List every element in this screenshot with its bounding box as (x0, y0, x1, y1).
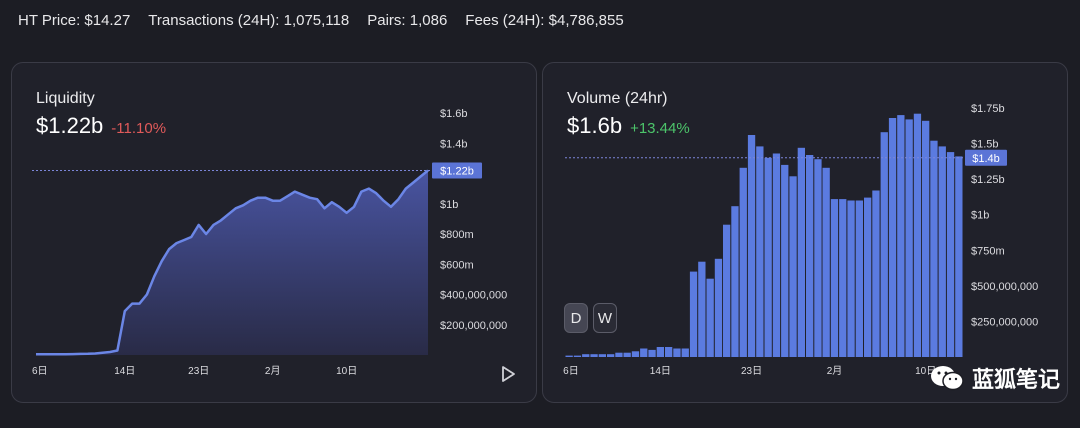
volume-bar (822, 167, 830, 357)
x-tick-label: 14日 (114, 366, 135, 377)
y-tick-label: $1.75b (971, 103, 1005, 115)
transactions-stat: Transactions (24H): 1,075,118 (148, 12, 350, 29)
volume-bar (648, 349, 656, 357)
volume-bar (888, 118, 897, 357)
volume-bar (706, 278, 714, 357)
volume-bar (739, 167, 747, 357)
volume-bar (764, 157, 772, 357)
liquidity-value: $1.22b (36, 113, 104, 138)
y-tick-label: $750m (971, 245, 1005, 257)
x-tick-label: 2月 (827, 365, 843, 377)
volume-bar (731, 206, 739, 357)
watermark-text: 蓝狐笔记 (971, 367, 1060, 392)
volume-bar (781, 164, 789, 357)
volume-bar (897, 115, 905, 357)
volume-bar (814, 159, 822, 357)
y-tick-label: $250,000,000 (971, 316, 1038, 328)
y-tick-label: $800m (440, 229, 474, 241)
volume-bar (640, 348, 648, 357)
volume-bar (864, 197, 872, 357)
y-tick-label: $1b (440, 199, 458, 211)
volume-bar (598, 354, 606, 357)
volume-change: +13.44% (630, 120, 690, 137)
liquidity-area (36, 170, 428, 355)
volume-bar (590, 354, 598, 357)
volume-bar (839, 199, 847, 357)
y-tick-label: $1.6b (440, 108, 468, 120)
volume-bar (806, 155, 814, 357)
liquidity-title: Liquidity (36, 90, 95, 107)
volume-card: $1.4b $250,000,000 $500,000,000 $750m $1b $1.… (542, 62, 1068, 403)
volume-bar (623, 352, 631, 357)
volume-bar (905, 119, 913, 358)
y-tick-label: $400,000,000 (440, 290, 507, 302)
volume-bar (922, 120, 930, 357)
x-tick-label: 10日 (336, 366, 357, 377)
volume-bar (689, 271, 698, 357)
y-tick-label: $1b (971, 210, 989, 222)
volume-bar (789, 176, 797, 357)
volume-bar (698, 261, 706, 357)
volume-bar (631, 351, 640, 357)
volume-bar (756, 146, 764, 357)
stats-bar: HT Price: $14.27 Transactions (24H): 1,0… (18, 12, 624, 34)
current-value-label: $1.22b (440, 165, 474, 177)
liquidity-change: -11.10% (111, 120, 167, 137)
volume-bar (747, 135, 756, 357)
volume-bar (714, 258, 723, 357)
weekly-toggle-button[interactable]: W (593, 303, 617, 333)
volume-bar (772, 153, 781, 357)
volume-bar (930, 140, 938, 357)
liquidity-card: $1.22b $200,000,000 $400,000,000 $600m $800m… (11, 62, 537, 403)
volume-title: Volume (24hr) (567, 90, 668, 107)
volume-bar (955, 156, 963, 357)
volume-bar (673, 348, 681, 357)
volume-bar (565, 355, 573, 357)
liquidity-value-row: $1.22b -11.10% (36, 113, 166, 139)
volume-bar (830, 199, 839, 357)
volume-bar (880, 132, 888, 357)
volume-bar (607, 354, 615, 357)
y-tick-label: $200,000,000 (440, 320, 507, 332)
volume-bar (855, 200, 863, 357)
pairs-stat: Pairs: 1,086 (367, 12, 448, 29)
x-tick-label: 14日 (650, 366, 671, 377)
volume-bar (681, 348, 689, 357)
watermark: 蓝狐笔记 (930, 362, 1060, 394)
volume-bar (913, 113, 922, 357)
volume-bar (582, 354, 590, 357)
fees-stat: Fees (24H): $4,786,855 (465, 12, 624, 29)
x-tick-label: 23日 (188, 366, 209, 377)
current-value-label: $1.4b (972, 153, 1000, 165)
volume-value: $1.6b (567, 113, 623, 138)
volume-bar (656, 347, 664, 357)
volume-bar (573, 355, 582, 357)
volume-bar (615, 352, 623, 357)
y-tick-label: $1.5b (971, 139, 999, 151)
y-tick-label: $600m (440, 259, 474, 271)
wechat-icon (930, 366, 964, 391)
volume-bar (723, 224, 731, 357)
y-tick-label: $1.4b (440, 138, 468, 150)
x-tick-label: 23日 (741, 366, 762, 377)
volume-bar (938, 146, 946, 357)
y-tick-label: $1.25b (971, 174, 1005, 186)
y-tick-label: $500,000,000 (971, 281, 1038, 293)
volume-bar (797, 147, 805, 357)
volume-value-row: $1.6b +13.44% (567, 113, 690, 139)
x-tick-label: 6日 (32, 366, 48, 377)
daily-toggle-button[interactable]: D (564, 303, 588, 333)
play-icon[interactable] (500, 365, 516, 383)
ht-price-stat: HT Price: $14.27 (18, 12, 131, 29)
x-tick-label: 6日 (563, 366, 579, 377)
volume-bar (665, 347, 673, 357)
volume-bar (946, 152, 955, 357)
volume-bar (872, 190, 880, 357)
volume-bar (847, 200, 855, 357)
x-tick-label: 2月 (265, 365, 281, 377)
